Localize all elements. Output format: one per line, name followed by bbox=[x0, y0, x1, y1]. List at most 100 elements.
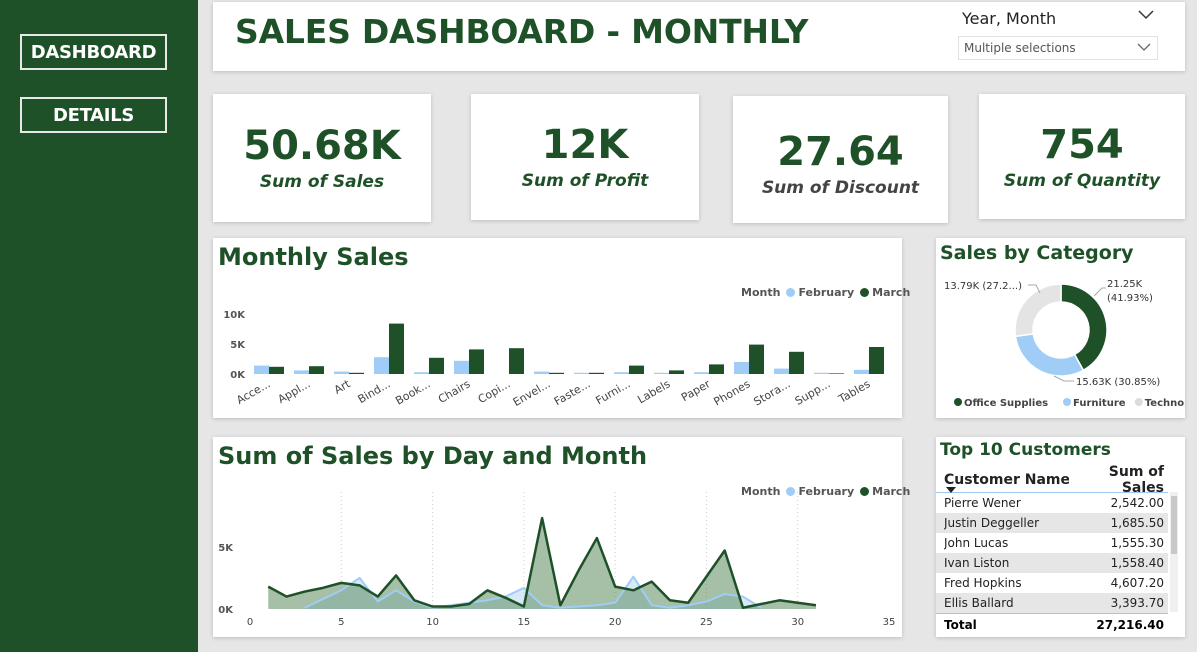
chevron-down-icon bbox=[1137, 43, 1151, 51]
kpi-value: 50.68K bbox=[243, 123, 401, 169]
details-button[interactable]: DETAILS bbox=[20, 97, 167, 133]
y-tick-label: 0K bbox=[230, 370, 246, 381]
data-label: 13.79K (27.2...) bbox=[944, 281, 1022, 292]
kpi-value: 12K bbox=[541, 122, 629, 168]
data-label: 15.63K (30.85%) bbox=[1076, 377, 1160, 388]
column-header-sales[interactable]: Sum of Sales bbox=[1069, 464, 1164, 496]
customer-name-cell: Ivan Liston bbox=[944, 556, 1010, 570]
leader-line bbox=[1093, 287, 1106, 297]
bar-february bbox=[294, 370, 309, 374]
x-tick-label: Phones bbox=[712, 377, 753, 408]
x-tick-label: 10 bbox=[426, 617, 439, 628]
kpi-label: Sum of Discount bbox=[761, 177, 920, 198]
y-tick-label: 5K bbox=[218, 543, 234, 554]
leader-line bbox=[1053, 375, 1074, 382]
legend-dot bbox=[954, 398, 962, 406]
bar-march bbox=[669, 370, 684, 374]
page-title: SALES DASHBOARD - MONTHLY bbox=[235, 12, 809, 51]
kpi-label: Sum of Sales bbox=[259, 172, 385, 192]
x-tick-label: Stora... bbox=[752, 377, 793, 408]
sales-cell: 1,555.30 bbox=[1110, 536, 1164, 550]
table-row[interactable]: Fred Hopkins 4,607.20 bbox=[936, 573, 1168, 593]
x-tick-label: Furni... bbox=[593, 377, 632, 407]
x-tick-label: 0 bbox=[247, 617, 253, 628]
sales-cell: 1,558.40 bbox=[1110, 556, 1164, 570]
header-card: SALES DASHBOARD - MONTHLY Year, Month Mu… bbox=[213, 2, 1185, 71]
sort-descending-icon bbox=[946, 487, 956, 493]
x-tick-label: Acce... bbox=[234, 377, 272, 407]
x-tick-label: Faste... bbox=[552, 377, 593, 408]
bar-february bbox=[854, 369, 869, 374]
customer-name-cell: Pierre Wener bbox=[944, 496, 1021, 510]
x-tick-label: Appl... bbox=[276, 377, 313, 406]
bar-march bbox=[349, 372, 364, 374]
sales-cell: 2,542.00 bbox=[1110, 496, 1164, 510]
sales-cell: 4,607.20 bbox=[1110, 576, 1164, 590]
bar-february bbox=[774, 368, 789, 374]
table-total-row: Total 27,216.40 bbox=[936, 613, 1168, 635]
bar-march bbox=[509, 348, 524, 374]
bar-february bbox=[614, 372, 629, 374]
customer-name-cell: Justin Deggeller bbox=[944, 516, 1040, 530]
legend-dot bbox=[1063, 398, 1071, 406]
x-tick-label: 15 bbox=[517, 617, 530, 628]
x-tick-label: Bind... bbox=[356, 377, 393, 406]
slicer-value: Multiple selections bbox=[964, 41, 1076, 55]
x-tick-label: 20 bbox=[609, 617, 622, 628]
x-tick-label: Book... bbox=[393, 377, 432, 407]
x-tick-label: Supp... bbox=[793, 377, 833, 407]
chevron-down-icon[interactable] bbox=[1138, 10, 1154, 20]
table-row[interactable]: John Lucas 1,555.30 bbox=[936, 533, 1168, 553]
bar-march bbox=[629, 365, 644, 374]
x-tick-label: Art bbox=[332, 377, 353, 397]
bar-march bbox=[429, 357, 444, 374]
monthly-sales-chart: Monthly Sales Month February March 10K 5K… bbox=[213, 238, 910, 418]
kpi-label: Sum of Profit bbox=[521, 171, 649, 191]
bar-march bbox=[549, 372, 564, 374]
bar-february bbox=[374, 357, 389, 374]
month-slicer-dropdown[interactable]: Multiple selections bbox=[958, 36, 1158, 60]
table-row[interactable]: Pierre Wener 2,542.00 bbox=[936, 493, 1168, 513]
kpi-card-discount: 27.64 Sum of Discount bbox=[733, 96, 948, 223]
table-header: Customer Name Sum of Sales bbox=[936, 464, 1168, 496]
daily-sales-chart: Sum of Sales by Day and Month Month Febr… bbox=[213, 437, 910, 637]
bar-february bbox=[334, 371, 349, 374]
bar-march bbox=[309, 366, 324, 374]
x-tick-label: Copi... bbox=[476, 377, 513, 406]
bar-march bbox=[469, 349, 484, 374]
sales-cell: 1,685.50 bbox=[1110, 516, 1164, 530]
table-row[interactable]: Justin Deggeller 1,685.50 bbox=[936, 513, 1168, 533]
x-tick-label: Chairs bbox=[436, 377, 473, 406]
kpi-card-quantity: 754 Sum of Quantity bbox=[979, 94, 1185, 219]
y-tick-label: 10K bbox=[223, 310, 246, 321]
scrollbar-thumb[interactable] bbox=[1171, 496, 1177, 554]
table-row[interactable]: Ivan Liston 1,558.40 bbox=[936, 553, 1168, 573]
customer-name-cell: John Lucas bbox=[944, 536, 1009, 550]
dashboard-button[interactable]: DASHBOARD bbox=[20, 34, 167, 70]
bar-march bbox=[269, 366, 284, 374]
legend-label: Furniture bbox=[1073, 398, 1126, 409]
x-tick-label: Tables bbox=[836, 377, 873, 406]
bar-march bbox=[829, 373, 844, 374]
kpi-value: 27.64 bbox=[777, 128, 904, 175]
y-tick-label: 0K bbox=[218, 605, 234, 616]
kpi-label: Sum of Quantity bbox=[1003, 170, 1161, 191]
bar-february bbox=[534, 371, 549, 374]
bar-february bbox=[654, 372, 669, 374]
bar-february bbox=[694, 372, 709, 374]
bar-february bbox=[814, 372, 829, 374]
bar-february bbox=[734, 362, 749, 374]
kpi-card-sales: 50.68K Sum of Sales bbox=[213, 94, 431, 222]
x-tick-label: 35 bbox=[883, 617, 896, 628]
kpi-value: 754 bbox=[1040, 121, 1124, 168]
slice-furniture bbox=[1014, 333, 1085, 377]
sales-by-category-chart: Sales by Category 21.25K (41.93%) 15.63K (… bbox=[936, 238, 1185, 418]
table-row[interactable]: Ellis Ballard 3,393.70 bbox=[936, 593, 1168, 613]
bar-february bbox=[454, 360, 469, 374]
x-tick-label: 30 bbox=[791, 617, 804, 628]
table-rows: Pierre Wener 2,542.00 Justin Deggeller 1,68… bbox=[936, 493, 1168, 613]
table-body: Customer Name Sum of Sales Pierre Wener 2… bbox=[936, 464, 1168, 613]
column-header-customer[interactable]: Customer Name bbox=[944, 472, 1069, 488]
scrollbar-track[interactable] bbox=[1170, 492, 1178, 612]
total-label: Total bbox=[944, 617, 977, 632]
